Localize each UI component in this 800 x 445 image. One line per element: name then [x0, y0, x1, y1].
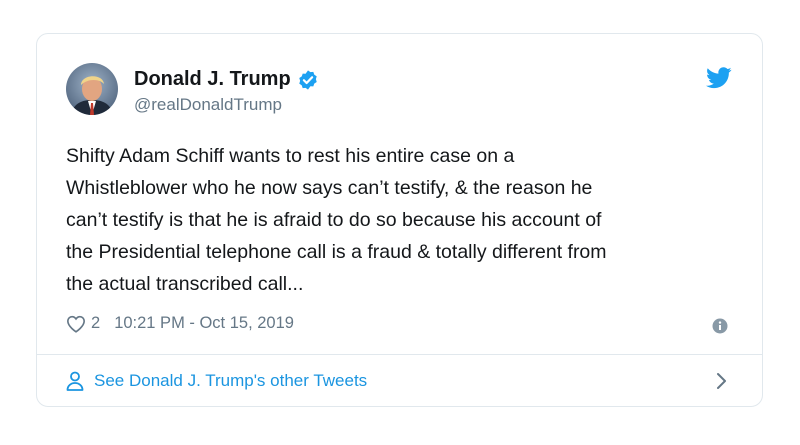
tweet-text-line: the Presidential telephone call is a fra…: [66, 241, 607, 263]
tweet-timestamp[interactable]: 10:21 PM - Oct 15, 2019: [114, 314, 294, 333]
tweet-text-line: Whistleblower who he now says can’t test…: [66, 177, 593, 199]
tweet-text-line: can’t testify is that he is afraid to do…: [66, 209, 602, 231]
author-handle[interactable]: @realDonaldTrump: [134, 95, 282, 115]
heart-icon[interactable]: [66, 315, 86, 333]
tweet-text-line: the actual transcribed call...: [66, 273, 304, 295]
person-icon: [66, 371, 84, 391]
verified-badge-icon: [298, 69, 317, 90]
tweet-text-line: Shifty Adam Schiff wants to rest his ent…: [66, 145, 515, 167]
tweet-card: Donald J. Trump @realDonaldTrump Shifty …: [36, 33, 763, 407]
tweet-meta-row: 2 10:21 PM - Oct 15, 2019: [66, 314, 294, 333]
twitter-bird-icon[interactable]: [706, 67, 732, 89]
info-icon[interactable]: [712, 318, 728, 334]
author-avatar[interactable]: [66, 63, 118, 115]
see-other-tweets-label: See Donald J. Trump's other Tweets: [94, 371, 368, 390]
author-display-name[interactable]: Donald J. Trump: [134, 68, 291, 91]
author-name-row: Donald J. Trump: [134, 68, 319, 91]
tweet-text: Shifty Adam Schiff wants to rest his ent…: [66, 140, 716, 300]
like-count: 2: [91, 314, 101, 332]
see-other-tweets-link[interactable]: See Donald J. Trump's other Tweets: [66, 355, 732, 407]
chevron-right-icon: [717, 373, 726, 389]
